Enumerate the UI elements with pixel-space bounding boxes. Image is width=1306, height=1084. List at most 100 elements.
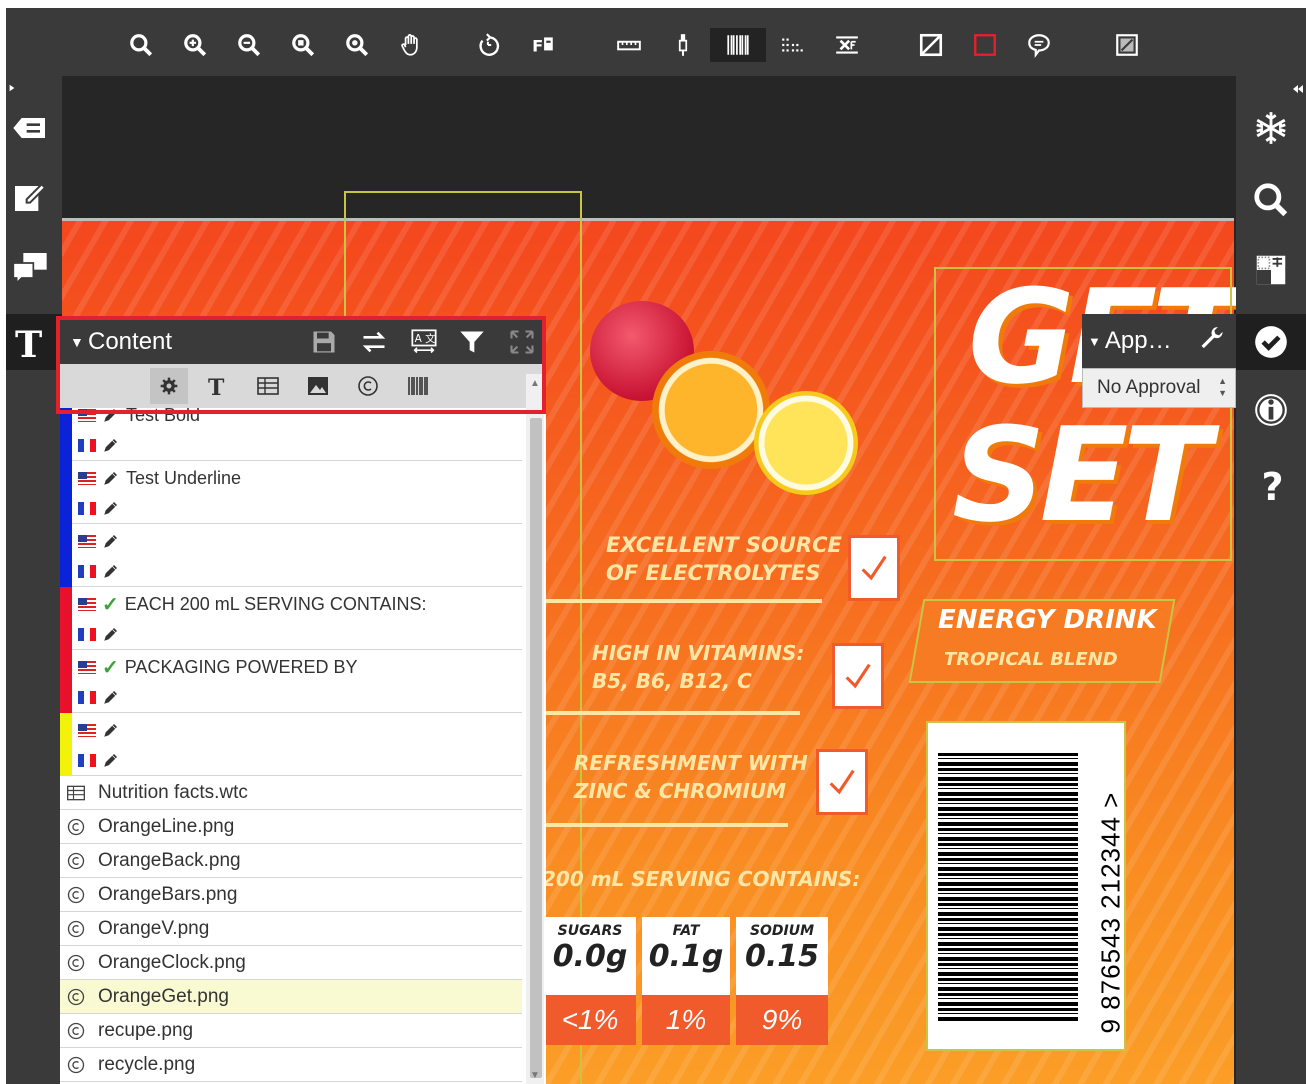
checker-icon[interactable] xyxy=(1236,242,1306,298)
text-compare-icon[interactable] xyxy=(830,28,864,62)
right-sidebar: ? xyxy=(1236,76,1306,1084)
eyedropper-icon[interactable] xyxy=(666,28,700,62)
language-line[interactable]: Test Bold xyxy=(78,408,200,426)
copyright-icon xyxy=(67,988,85,1005)
language-line[interactable] xyxy=(78,686,126,708)
pencil-icon[interactable] xyxy=(102,721,120,739)
find-replace-icon[interactable]: F xyxy=(526,28,560,62)
barcode-icon[interactable] xyxy=(710,28,766,62)
scroll-thumb[interactable] xyxy=(530,418,542,1078)
pencil-icon[interactable] xyxy=(102,532,120,550)
comment-icon[interactable] xyxy=(1022,28,1056,62)
tab-copyright-icon[interactable] xyxy=(356,374,380,398)
status-color-bar xyxy=(60,461,72,524)
scroll-up-icon[interactable]: ▲ xyxy=(530,378,540,389)
file-row[interactable]: recupe.png xyxy=(60,1014,522,1048)
text-row[interactable]: ✓ PACKAGING POWERED BY xyxy=(60,650,522,713)
pencil-icon[interactable] xyxy=(102,436,120,454)
language-line[interactable]: Test Underline xyxy=(78,467,241,489)
pencil-icon[interactable] xyxy=(102,469,120,487)
zoom-out-icon[interactable] xyxy=(232,28,266,62)
file-row[interactable]: OrangeClock.png xyxy=(60,946,522,980)
language-line[interactable] xyxy=(78,497,126,519)
select-spinner-icon[interactable]: ▲ ▼ xyxy=(1218,375,1227,399)
mask-icon[interactable] xyxy=(914,28,948,62)
pencil-icon[interactable] xyxy=(102,408,120,424)
check-icon: ✓ xyxy=(102,593,119,616)
tab-barcode-icon[interactable] xyxy=(406,374,430,398)
compare-icon[interactable] xyxy=(1110,28,1144,62)
tab-table-icon[interactable] xyxy=(256,374,280,398)
nutrient-amount: 0.1g xyxy=(648,939,724,974)
expand-arrow-icon[interactable] xyxy=(8,84,16,92)
text-row[interactable] xyxy=(60,713,522,776)
pencil-icon[interactable] xyxy=(102,625,120,643)
pencil-icon[interactable] xyxy=(102,688,120,706)
barcode-number: 9 876543 212344 > xyxy=(1095,791,1126,1034)
rectangle-icon[interactable] xyxy=(968,28,1002,62)
pencil-icon[interactable] xyxy=(102,499,120,517)
zoom-in-icon[interactable] xyxy=(178,28,212,62)
copyright-icon xyxy=(67,1056,85,1073)
claim2-line2: B5, B6, B12, C xyxy=(592,669,752,693)
filter-icon[interactable] xyxy=(458,328,486,356)
zoom-selection-icon[interactable] xyxy=(340,28,374,62)
claim3-rule xyxy=(546,823,788,827)
claim2-rule xyxy=(546,711,800,715)
file-row[interactable]: recycle.png xyxy=(60,1048,522,1082)
file-row[interactable]: OrangeLine.png xyxy=(60,810,522,844)
tab-text-icon[interactable]: T xyxy=(206,374,230,398)
language-line[interactable] xyxy=(78,434,126,456)
approval-check-icon[interactable] xyxy=(1236,314,1306,370)
pan-hand-icon[interactable] xyxy=(394,28,428,62)
tab-image-icon[interactable] xyxy=(306,374,330,398)
collapse-caret-icon[interactable]: ▼ xyxy=(1088,334,1101,349)
file-row[interactable]: OrangeBack.png xyxy=(60,844,522,878)
wrench-icon[interactable] xyxy=(1198,326,1226,354)
translate-icon[interactable]: A文 xyxy=(410,328,438,356)
fullscreen-icon[interactable] xyxy=(508,328,536,356)
snowflake-icon[interactable] xyxy=(1236,100,1306,156)
zoom-fit-icon[interactable] xyxy=(124,28,158,62)
language-line[interactable] xyxy=(78,530,126,552)
dot-grid-icon[interactable] xyxy=(776,28,810,62)
swap-icon[interactable] xyxy=(360,328,388,356)
tab-settings[interactable] xyxy=(150,368,188,404)
comments-icon[interactable] xyxy=(6,242,62,294)
text-row[interactable]: Test Bold xyxy=(60,408,522,461)
text-icon[interactable]: T xyxy=(6,314,62,370)
file-row[interactable]: OrangeGet.png xyxy=(60,980,522,1014)
save-icon[interactable] xyxy=(310,328,338,356)
collapse-caret-icon[interactable]: ▼ xyxy=(70,334,84,350)
text-value: PACKAGING POWERED BY xyxy=(124,656,358,677)
pencil-icon[interactable] xyxy=(102,562,120,580)
file-row[interactable]: OrangeBars.png xyxy=(60,878,522,912)
help-icon[interactable]: ? xyxy=(1236,456,1306,512)
language-line[interactable] xyxy=(78,560,126,582)
content-scrollbar[interactable]: ▲ ▼ xyxy=(526,374,544,1084)
pencil-icon[interactable] xyxy=(102,751,120,769)
rotate-icon[interactable] xyxy=(472,28,506,62)
ruler-icon[interactable] xyxy=(612,28,646,62)
search-icon[interactable] xyxy=(1236,172,1306,228)
language-line[interactable] xyxy=(78,719,126,741)
text-row[interactable]: ✓ EACH 200 mL SERVING CONTAINS: xyxy=(60,587,522,650)
approval-select[interactable]: No Approval ▲ ▼ xyxy=(1082,368,1236,408)
language-line[interactable]: ✓ EACH 200 mL SERVING CONTAINS: xyxy=(78,593,427,616)
nutrient-cell-sugars: SUGARS 0.0g <1% xyxy=(544,917,636,1051)
text-row[interactable] xyxy=(60,524,522,587)
label-icon[interactable] xyxy=(6,102,62,154)
info-icon[interactable] xyxy=(1236,382,1306,438)
text-row[interactable]: Test Underline xyxy=(60,461,522,524)
scroll-down-icon[interactable]: ▼ xyxy=(530,1070,540,1081)
file-row[interactable]: OrangeV.png xyxy=(60,912,522,946)
language-line[interactable] xyxy=(78,623,126,645)
file-row[interactable]: Nutrition facts.wtc xyxy=(60,776,522,810)
check-icon: ✓ xyxy=(102,656,119,679)
zoom-page-icon[interactable] xyxy=(286,28,320,62)
us-flag-icon xyxy=(78,534,96,548)
language-line[interactable]: ✓ PACKAGING POWERED BY xyxy=(78,656,358,679)
edit-note-icon[interactable] xyxy=(6,170,62,222)
collapse-arrow-icon[interactable] xyxy=(1292,84,1304,94)
language-line[interactable] xyxy=(78,749,126,771)
